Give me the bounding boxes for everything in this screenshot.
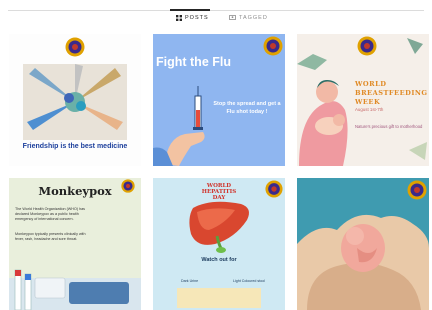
post-tile-breastfeeding-week[interactable]: WORLD BREASTFEEDING WEEK August 1st-7th … [297, 34, 429, 166]
post-date: August 1st-7th [355, 107, 384, 112]
tab-tagged[interactable]: TAGGED [229, 15, 268, 21]
test-tubes-image [9, 269, 141, 310]
post-caption: Friendship is the best medicine [22, 143, 128, 150]
post-tile-fight-the-flu[interactable]: Fight the Flu Stop the spread and get a … [153, 34, 285, 166]
post-tile-monkeypox[interactable]: Monkeypox The World Health Organization … [9, 178, 141, 310]
post-note: Nature's precious gift to motherhood [355, 124, 423, 129]
tag-icon [229, 15, 236, 20]
post-tile-fetus-hands[interactable] [297, 178, 429, 310]
grid-icon [176, 15, 182, 21]
post-subtitle: Watch out for [201, 257, 237, 263]
post-tile-hepatitis[interactable]: WORLD HEPATITIS DAY Watch out for Dark U… [153, 178, 285, 310]
profile-divider [8, 10, 424, 11]
logo-badge [65, 37, 85, 57]
symptom-label: Dark Urine [181, 279, 199, 283]
post-tile-friendship[interactable]: Friendship is the best medicine [9, 34, 141, 166]
post-message: Stop the spread and get a Flu shot today… [213, 101, 281, 115]
logo-badge [357, 36, 377, 56]
liver-image [177, 201, 261, 308]
post-title: WORLD BREASTFEEDING WEEK [355, 80, 428, 106]
profile-tabs: POSTS TAGGED [0, 15, 432, 29]
symptom-label: Light Coloured stool [233, 279, 265, 283]
logo-badge [407, 180, 427, 200]
active-tab-indicator [170, 9, 210, 11]
tab-posts[interactable]: POSTS [176, 15, 209, 21]
tab-posts-label: POSTS [185, 15, 209, 21]
tab-tagged-label: TAGGED [239, 15, 268, 21]
